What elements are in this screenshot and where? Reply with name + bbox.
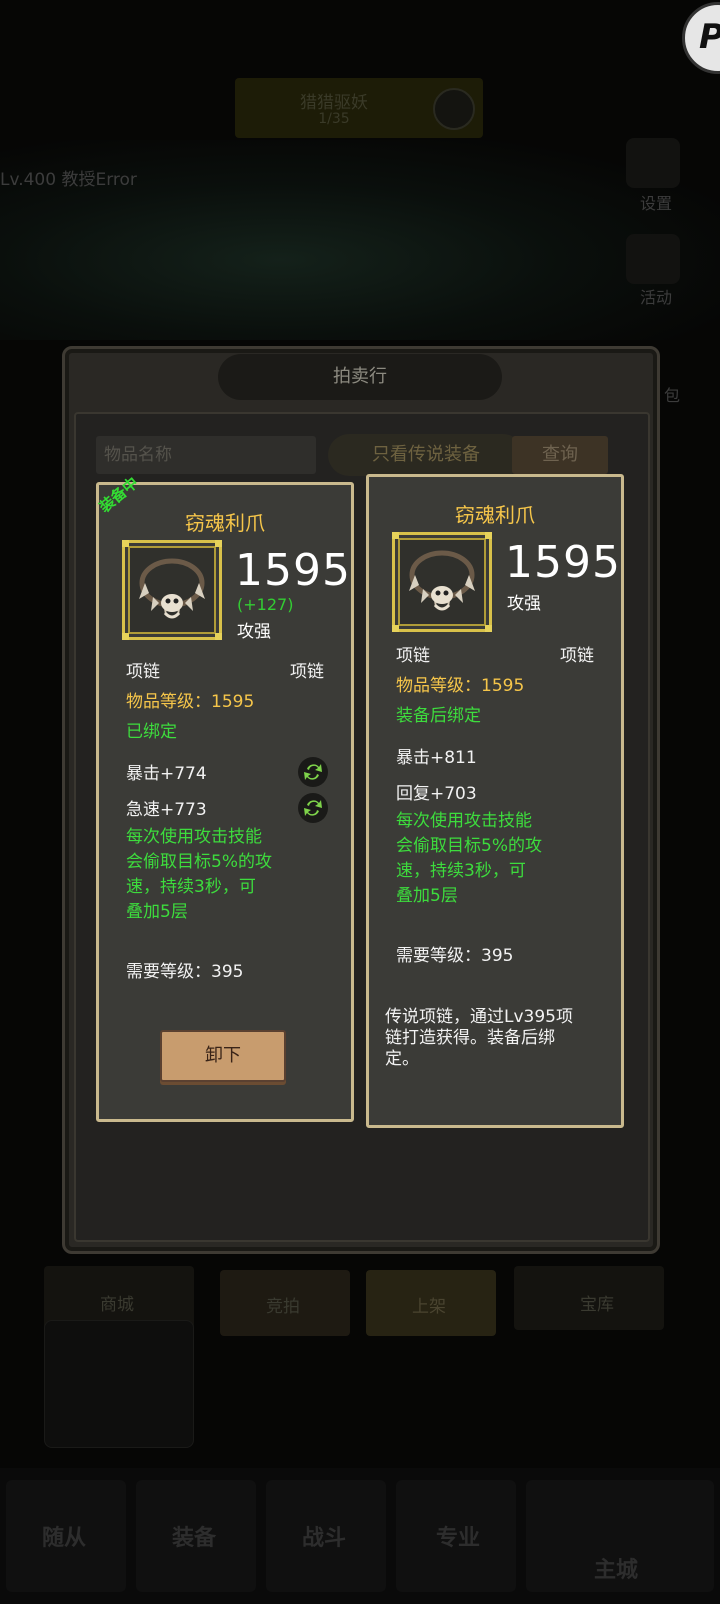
item-power: 1595 [235,545,351,596]
stat-crit: 暴击+811 [396,748,477,768]
item-lore-line: 传说项链，通过Lv395项 [385,1007,573,1027]
slot-type-left: 项链 [126,662,160,682]
stat-recovery: 回复+703 [396,784,477,804]
nav-battle-label: 战斗 [302,1526,347,1551]
reroll-stat-icon[interactable] [298,793,328,823]
power-type: 攻强 [237,622,271,642]
quest-banner-progress: 1/35 [318,111,350,127]
necklace-claw-icon [139,558,205,619]
item-icon-frame [392,532,492,632]
required-level: 需要等级：395 [396,946,514,966]
stat-crit: 暴击+774 [126,764,207,784]
bid-tab-label: 竞拍 [266,1297,300,1317]
nav-followers-label: 随从 [42,1526,87,1551]
item-effect-line: 叠加5层 [126,902,188,922]
required-level: 需要等级：395 [126,962,244,982]
pack-label: 包 [664,386,681,405]
item-effect-line: 速，持续3秒，可 [396,861,526,881]
activity-label: 活动 [640,288,673,307]
dialog-title: 拍卖行 [218,354,502,400]
item-level: 物品等级：1595 [126,692,255,712]
slot-type-left: 项链 [396,646,430,666]
item-power: 1595 [505,537,621,588]
item-effect-line: 每次使用攻击技能 [126,827,262,847]
quest-banner: 猎猎驱妖 1/35 [235,78,483,138]
item-effect-line: 叠加5层 [396,886,458,906]
quest-icon [433,88,475,130]
bind-status: 已绑定 [126,722,177,742]
stat-haste: 急速+773 [126,800,207,820]
compare-item-card: 窃魂利爪 1595 攻强 项链 项链 物品等级：1595 装备后绑定 暴击+81… [366,474,624,1128]
list-tab-label: 上架 [412,1297,446,1317]
necklace-claw-icon [409,550,475,611]
nav-profession-label: 专业 [436,1526,481,1551]
pet-card [44,1320,194,1448]
player-info: Lv.400 教授Error [0,170,137,190]
item-icon-frame [122,540,222,640]
power-type: 攻强 [507,594,541,614]
equipped-item-card: 窃魂利爪 1595 (+127) 攻强 项链 项链 物品等级：1595 已绑定 … [96,482,354,1122]
item-name: 窃魂利爪 [185,511,265,535]
bind-status: 装备后绑定 [396,706,481,726]
settings-label: 设置 [640,194,673,213]
activity-icon [626,234,680,284]
slot-type-right: 项链 [560,646,594,666]
nav-main-city-label: 主城 [594,1558,639,1583]
power-difference: (+127) [237,595,294,614]
item-lore: 传说项链，通过Lv395项 链打造获得。装备后绑 定。 [385,1007,603,1070]
quest-banner-title: 猎猎驱妖 [300,93,368,113]
unequip-button[interactable]: 卸下 [160,1030,286,1082]
treasury-label: 宝库 [580,1295,614,1315]
item-name-search-input[interactable]: 物品名称 [96,436,316,474]
item-effect-line: 速，持续3秒，可 [126,877,256,897]
nav-equipment-label: 装备 [172,1526,217,1551]
item-lore-line: 定。 [385,1049,419,1069]
item-effect: 每次使用攻击技能 会偷取目标5%的攻 速，持续3秒，可 叠加5层 [396,809,576,909]
item-lore-line: 链打造获得。装备后绑 [385,1028,555,1048]
item-level: 物品等级：1595 [396,676,525,696]
item-effect-line: 会偷取目标5%的攻 [126,852,272,872]
item-name: 窃魂利爪 [455,503,535,527]
item-effect: 每次使用攻击技能 会偷取目标5%的攻 速，持续3秒，可 叠加5层 [126,825,306,925]
item-effect-line: 会偷取目标5%的攻 [396,836,542,856]
reroll-stat-icon[interactable] [298,757,328,787]
shop-label: 商城 [100,1295,134,1315]
settings-icon [626,138,680,188]
query-button[interactable]: 查询 [512,436,608,474]
legendary-only-toggle[interactable]: 只看传说装备 [328,434,524,476]
item-effect-line: 每次使用攻击技能 [396,811,532,831]
slot-type-right: 项链 [290,662,324,682]
